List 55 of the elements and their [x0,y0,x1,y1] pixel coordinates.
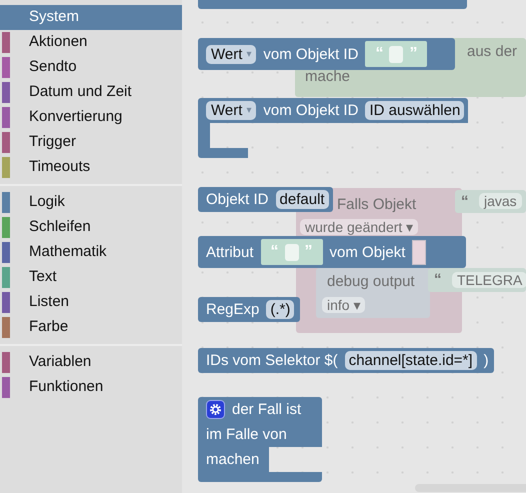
category-item[interactable]: Timeouts [0,155,182,180]
text-field[interactable]: default [276,190,329,209]
category-item[interactable]: Aktionen [0,30,182,55]
block-label: RegExp [206,300,260,319]
text-input-slot[interactable] [284,244,299,260]
block-label: ) [484,351,489,370]
category-item[interactable]: Variablen [0,350,182,375]
dropdown-field: info ▾ [322,297,366,313]
category-item[interactable]: System [0,5,182,30]
block-label: vom Objekt ID [263,44,358,64]
category-item[interactable]: Funktionen [0,375,182,400]
block-label: Falls Objekt [337,196,416,213]
block-label: mache [305,68,350,85]
block-label: IDs vom Selektor $( [206,351,338,370]
category-item[interactable]: Farbe [0,315,182,340]
block-label: machen [206,450,260,469]
block-label: der Fall ist [232,400,302,419]
block-label: debug output [327,273,415,290]
quote-mark: ” [409,45,418,63]
text-input-slot[interactable] [389,46,404,62]
code-block[interactable]: Attribut “ ” vom Objekt [198,236,466,268]
code-block[interactable]: Wert ▾ vom Objekt ID “ ” [198,38,455,70]
input-socket [412,240,426,264]
category-item[interactable]: Schleifen [0,215,182,240]
quote-mark: “ [270,243,279,261]
block-label: vom Objekt ID [263,101,358,120]
dropdown-field[interactable]: Wert ▾ [206,44,256,64]
block-label: Attribut [206,242,254,262]
category-item[interactable]: Mathematik [0,240,182,265]
category-item[interactable]: Text [0,265,182,290]
code-block[interactable]: RegExp (.*) [198,297,300,322]
quote-mark: “ [375,45,384,63]
code-block[interactable]: IDs vom Selektor $( channel[state.id=*] ) [198,348,494,373]
category-item[interactable]: Sendto [0,55,182,80]
gear-icon[interactable] [206,400,225,419]
category-item[interactable]: Logik [0,190,182,215]
text-field[interactable]: channel[state.id=*] [344,351,477,370]
category-item[interactable]: Konvertierung [0,105,182,130]
code-block[interactable]: Objekt ID default [198,187,333,212]
category-item[interactable]: Datum und Zeit [0,80,182,105]
code-block[interactable]: Wert ▾ vom Objekt ID ID auswählen [198,98,468,158]
category-item[interactable]: Listen [0,290,182,315]
block-label: im Falle von [206,425,287,444]
code-block[interactable]: der Fall ist im Falle von machen [198,397,322,482]
dropdown-field[interactable]: Wert ▾ [206,101,256,120]
quote-mark: ” [304,243,313,261]
text-field[interactable]: ID auswählen [365,101,464,120]
quote-mark: “ [434,271,442,288]
dropdown-field: wurde geändert ▾ [300,219,418,235]
category-item[interactable]: Trigger [0,130,182,155]
block-label: vom Objekt [330,242,406,262]
text-field[interactable]: (.*) [266,300,294,319]
block-label: Objekt ID [206,190,269,209]
quote-mark: “ [461,193,468,210]
block-label: aus der [467,43,518,60]
